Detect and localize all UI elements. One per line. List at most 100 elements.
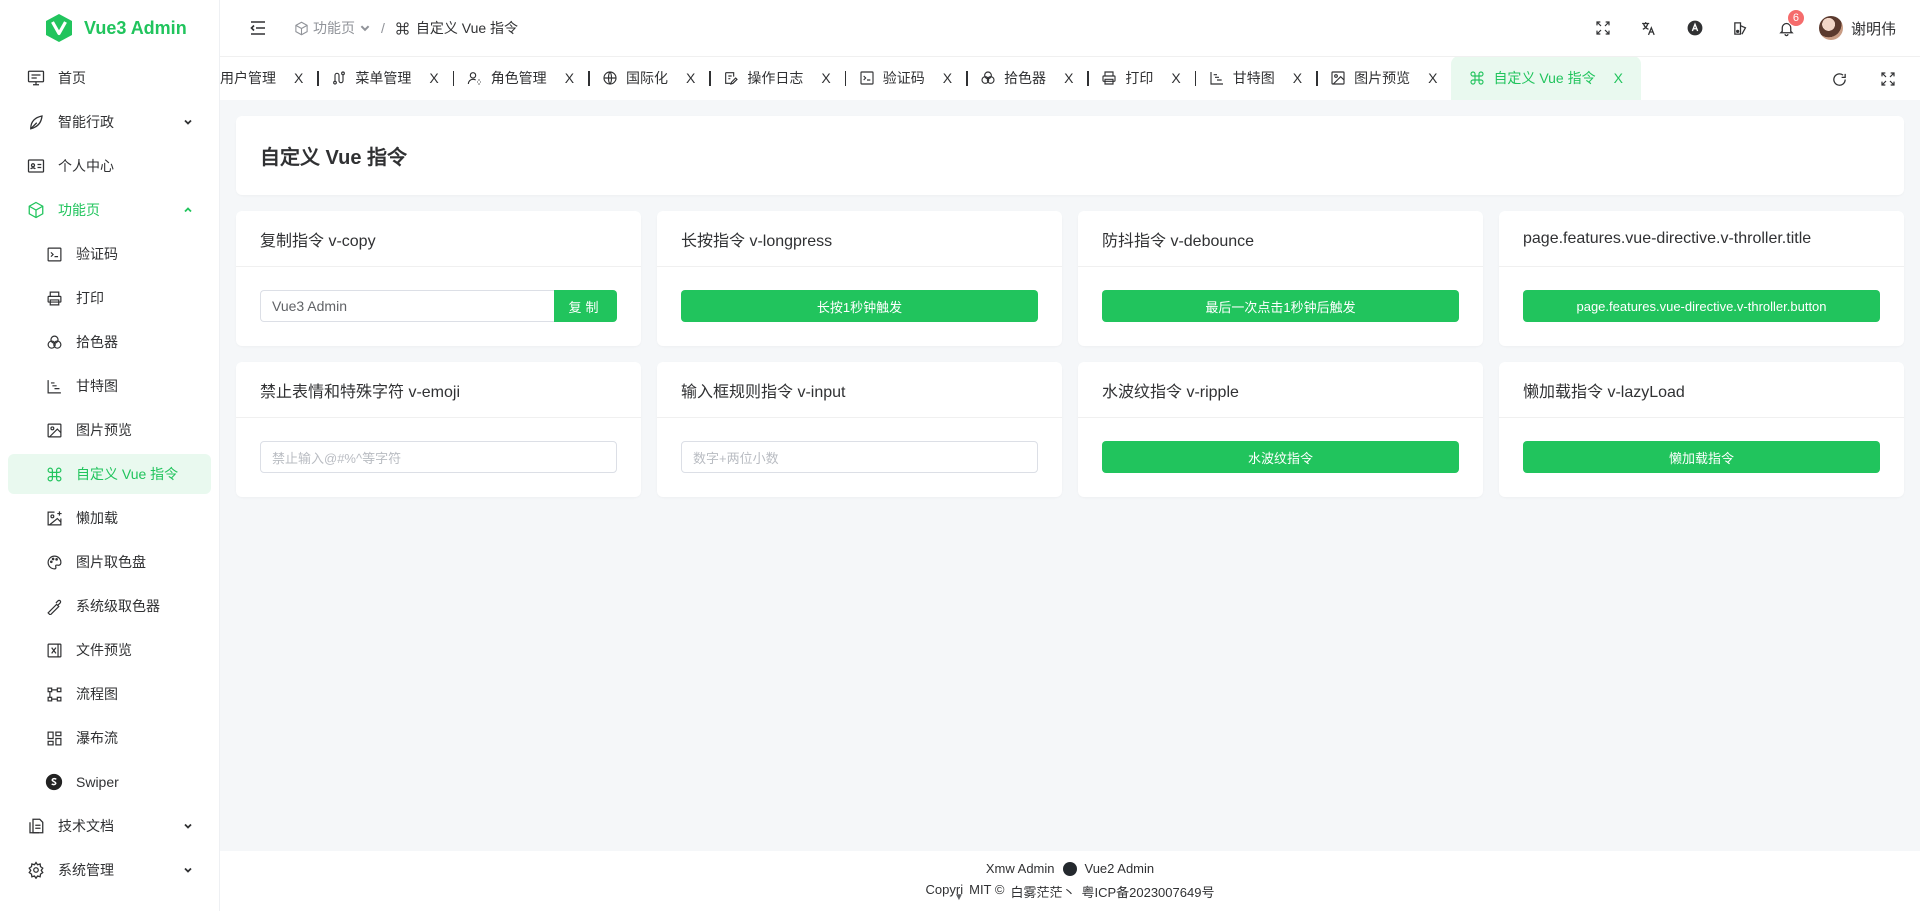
close-icon[interactable]: X <box>1171 70 1180 86</box>
tab-label: 国际化 <box>626 70 669 86</box>
fullscreen-icon[interactable] <box>1593 18 1613 38</box>
sidebar-item-flow[interactable]: 流程图 <box>0 672 219 716</box>
copy-button[interactable]: 复制 <box>554 290 617 322</box>
footer-link-vue2[interactable]: Vue2 Admin <box>1085 861 1155 876</box>
menu-fold-icon[interactable] <box>248 18 268 38</box>
sidebar-item-vue-directive[interactable]: 自定义 Vue 指令 <box>8 454 211 494</box>
sidebar-item-gantt[interactable]: 甘特图 <box>0 364 219 408</box>
tab-color-picker[interactable]: 拾色器 X <box>966 57 1087 100</box>
top-header: 功能页 / 自定义 Vue 指令 6 谢明伟 <box>220 0 1920 56</box>
sidebar-item-label: 系统管理 <box>58 862 114 878</box>
tab-vue-directive[interactable]: 自定义 Vue 指令 X <box>1451 57 1641 100</box>
emoji-input[interactable]: 禁止输入@#%^等字符 <box>260 441 617 473</box>
theme-font-icon[interactable] <box>1685 18 1705 38</box>
bell-icon[interactable]: 6 <box>1777 9 1805 38</box>
sidebar-item-swiper[interactable]: Swiper <box>0 760 219 804</box>
sidebar-item-color-picker[interactable]: 拾色器 <box>0 320 219 364</box>
close-icon[interactable]: X <box>1614 70 1623 86</box>
footer-author[interactable]: 白雾茫茫丶 <box>1010 882 1075 901</box>
footer-icp[interactable]: 粤ICP备2023007649号 <box>1081 882 1214 901</box>
logo[interactable]: Vue3 Admin <box>0 0 219 56</box>
close-icon[interactable]: X <box>1064 70 1073 86</box>
gear-icon <box>26 860 46 880</box>
scroll-down-icon[interactable]: ▼ <box>954 892 966 904</box>
tab-role-management[interactable]: 角色管理 X <box>452 57 588 100</box>
card-emoji: 禁止表情和特殊字符 v-emoji 禁止输入@#%^等字符 <box>236 362 641 497</box>
tab-label: 操作日志 <box>747 70 804 86</box>
gantt-icon <box>1209 70 1225 86</box>
github-icon[interactable] <box>1062 861 1077 876</box>
close-icon[interactable]: X <box>294 70 303 86</box>
close-icon[interactable]: X <box>1293 70 1302 86</box>
close-icon[interactable]: X <box>821 70 830 86</box>
file-x-icon <box>44 640 64 660</box>
directive-cards: 复制指令 v-copy Vue3 Admin 复制 长按指令 v-longpre… <box>236 211 1904 497</box>
breadcrumb-item-current: 自定义 Vue 指令 <box>395 18 518 38</box>
route-icon <box>331 70 347 86</box>
sidebar-item-system-picker[interactable]: 系统级取色器 <box>0 584 219 628</box>
tab-operation-log[interactable]: 操作日志 X <box>709 57 844 100</box>
sidebar-item-waterfall[interactable]: 瀑布流 <box>0 716 219 760</box>
sidebar-item-system[interactable]: 系统管理 <box>0 848 219 892</box>
translate-icon[interactable] <box>1639 18 1659 38</box>
sidebar-item-label: 懒加载 <box>76 510 118 526</box>
tab-user-management[interactable]: 用户管理 X <box>220 57 317 100</box>
card-title: 水波纹指令 v-ripple <box>1078 362 1483 418</box>
footer-link-xmw[interactable]: Xmw Admin <box>986 861 1055 876</box>
close-icon[interactable]: X <box>1428 70 1437 86</box>
refresh-icon[interactable] <box>1831 71 1848 88</box>
tab-captcha[interactable]: 验证码 X <box>844 57 966 100</box>
close-icon[interactable]: X <box>686 70 695 86</box>
chevron-down-icon <box>184 823 192 829</box>
card-debounce: 防抖指令 v-debounce 最后一次点击1秒钟后触发 <box>1078 211 1483 346</box>
close-icon[interactable]: X <box>943 70 952 86</box>
sidebar-item-smart-admin[interactable]: 智能行政 <box>0 100 219 144</box>
sidebar-item-image-palette[interactable]: 图片取色盘 <box>0 540 219 584</box>
decimal-input[interactable]: 数字+两位小数 <box>681 441 1038 473</box>
sidebar-item-lazyload[interactable]: 懒加载 <box>0 496 219 540</box>
sidebar-item-image-preview[interactable]: 图片预览 <box>0 408 219 452</box>
theme-settings-icon[interactable] <box>1731 18 1751 38</box>
debounce-button[interactable]: 最后一次点击1秒钟后触发 <box>1102 290 1459 322</box>
command-icon <box>1469 70 1485 86</box>
longpress-button[interactable]: 长按1秒钟触发 <box>681 290 1038 322</box>
sidebar-item-label: 自定义 Vue 指令 <box>76 466 179 482</box>
sidebar-item-print[interactable]: 打印 <box>0 276 219 320</box>
close-icon[interactable]: X <box>429 70 438 86</box>
tab-image-preview[interactable]: 图片预览 X <box>1316 57 1451 100</box>
image-plus-icon <box>44 508 64 528</box>
throttle-button[interactable]: page.features.vue-directive.v-throller.b… <box>1523 290 1880 322</box>
close-icon[interactable]: X <box>565 70 574 86</box>
breadcrumb-item-features[interactable]: 功能页 <box>294 18 371 38</box>
tab-menu-management[interactable]: 菜单管理 X <box>317 57 452 100</box>
sidebar-item-profile[interactable]: 个人中心 <box>0 144 219 188</box>
chevron-down-icon <box>184 867 192 873</box>
user-menu[interactable]: 谢明伟 <box>1818 16 1896 40</box>
sidebar-item-docs[interactable]: 技术文档 <box>0 804 219 848</box>
tab-label: 菜单管理 <box>355 70 412 86</box>
sidebar-item-file-preview[interactable]: 文件预览 <box>0 628 219 672</box>
tab-label: 甘特图 <box>1232 70 1275 86</box>
box-icon <box>26 200 46 220</box>
user-name: 谢明伟 <box>1850 20 1896 38</box>
tab-gantt[interactable]: 甘特图 X <box>1194 57 1316 100</box>
gantt-icon <box>44 376 64 396</box>
ripple-button[interactable]: 水波纹指令 <box>1102 441 1459 473</box>
card-title: 长按指令 v-longpress <box>657 211 1062 267</box>
user-cog-icon <box>467 70 483 86</box>
tab-label: 验证码 <box>882 70 925 86</box>
sidebar-item-features[interactable]: 功能页 <box>0 188 219 232</box>
main-content: 自定义 Vue 指令 复制指令 v-copy Vue3 Admin 复制 长按指… <box>236 116 1904 497</box>
app-title: Vue3 Admin <box>84 17 187 38</box>
tab-print[interactable]: 打印 X <box>1087 57 1194 100</box>
lazyload-button[interactable]: 懒加载指令 <box>1523 441 1880 473</box>
card-title: 禁止表情和特殊字符 v-emoji <box>236 362 641 418</box>
sidebar-item-captcha[interactable]: 验证码 <box>0 232 219 276</box>
copy-input[interactable]: Vue3 Admin <box>260 290 554 322</box>
breadcrumb-separator: / <box>381 20 385 36</box>
maximize-icon[interactable] <box>1880 71 1896 87</box>
palette-icon <box>44 552 64 572</box>
tab-i18n[interactable]: 国际化 X <box>588 57 709 100</box>
sidebar-item-home[interactable]: 首页 <box>0 56 219 100</box>
flow-icon <box>44 684 64 704</box>
